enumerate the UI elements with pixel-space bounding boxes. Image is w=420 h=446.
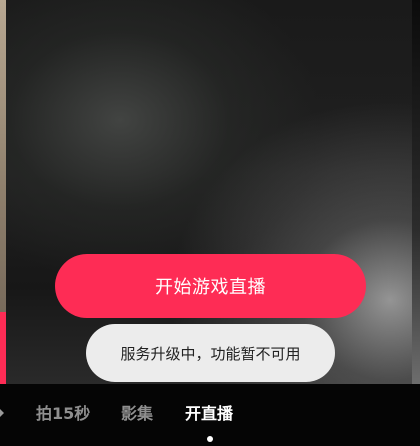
tab-go-live[interactable]: 开直播	[185, 400, 233, 424]
chevron-left-icon	[0, 409, 4, 417]
tab-shoot-15s[interactable]: 拍15秒	[36, 400, 90, 424]
mode-tabs: 拍15秒 影集 开直播	[0, 384, 420, 440]
live-setup-screen: 开始游戏直播 服务升级中，功能暂不可用 拍15秒 影集 开直播	[0, 0, 420, 446]
active-tab-indicator-dot	[207, 436, 213, 442]
left-edge-accent	[0, 312, 6, 384]
start-game-live-button[interactable]: 开始游戏直播	[55, 254, 366, 318]
tab-album[interactable]: 影集	[121, 400, 153, 424]
bottom-mode-bar: 拍15秒 影集 开直播	[0, 384, 420, 446]
right-edge-strip	[412, 0, 420, 384]
service-upgrade-toast: 服务升级中，功能暂不可用	[86, 324, 335, 382]
